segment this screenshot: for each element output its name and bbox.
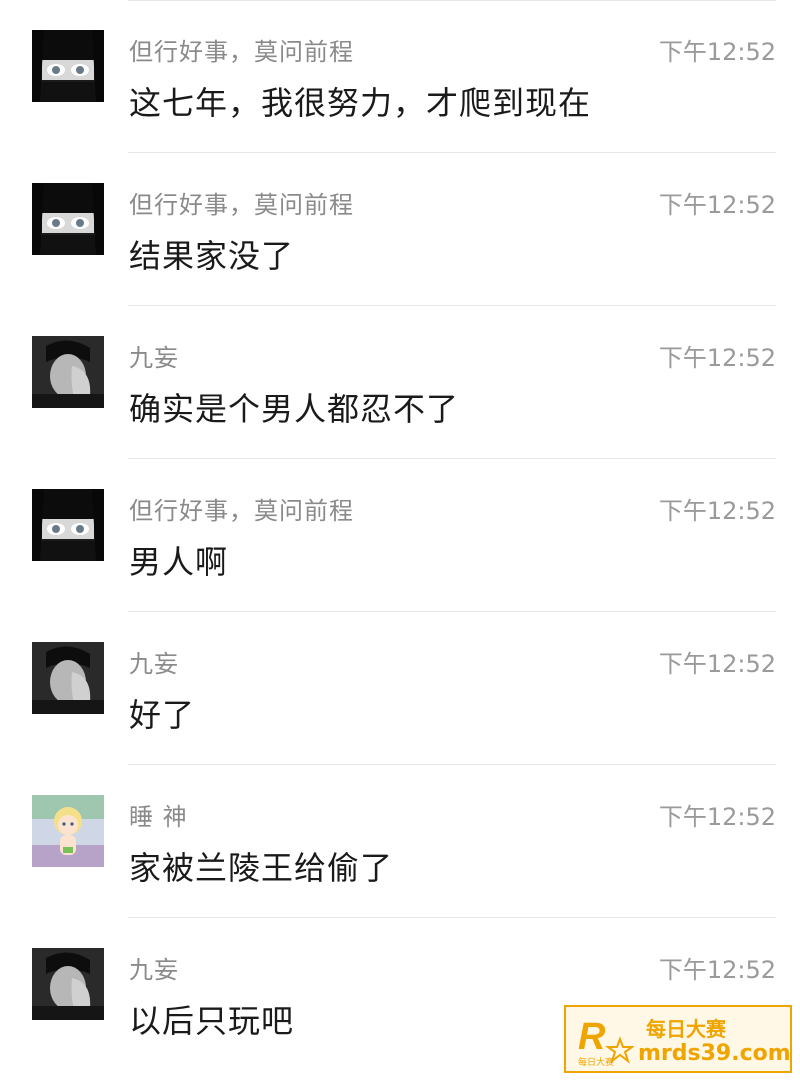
chat-message[interactable]: 但行好事，莫问前程 下午12:52 这七年，我很努力，才爬到现在 — [0, 0, 800, 153]
man-face-palm-avatar[interactable] — [32, 336, 104, 408]
timestamp: 下午12:52 — [658, 650, 776, 678]
timestamp: 下午12:52 — [658, 38, 776, 66]
message-text: 好了 — [129, 696, 196, 734]
timestamp: 下午12:52 — [658, 956, 776, 984]
anime-blonde-child-avatar[interactable] — [32, 795, 104, 867]
chat-message[interactable]: 但行好事，莫问前程 下午12:52 结果家没了 — [0, 153, 800, 306]
chat-message[interactable]: 睡 神 下午12:52 家被兰陵王给偷了 — [0, 765, 800, 918]
dark-hair-girl-avatar[interactable] — [32, 489, 104, 561]
message-text: 这七年，我很努力，才爬到现在 — [129, 84, 592, 122]
sender-name: 九妄 — [129, 344, 179, 372]
chat-message[interactable]: 九妄 下午12:52 好了 — [0, 612, 800, 765]
message-text: 家被兰陵王给偷了 — [129, 849, 394, 887]
watermark-url: mrds39.com — [638, 1041, 791, 1066]
sender-name: 但行好事，莫问前程 — [129, 191, 354, 219]
chat-message-list: 但行好事，莫问前程 下午12:52 这七年，我很努力，才爬到现在 但行好事，莫问… — [0, 0, 800, 1082]
watermark-badge: R 每日大赛 每日大赛 mrds39.com — [564, 1005, 792, 1073]
message-text: 男人啊 — [129, 543, 229, 581]
chat-message[interactable]: 但行好事，莫问前程 下午12:52 男人啊 — [0, 459, 800, 612]
sender-name: 但行好事，莫问前程 — [129, 497, 354, 525]
svg-text:每日大赛: 每日大赛 — [578, 1056, 614, 1067]
message-text: 以后只玩吧 — [129, 1002, 295, 1040]
chat-message[interactable]: 九妄 下午12:52 确实是个男人都忍不了 — [0, 306, 800, 459]
timestamp: 下午12:52 — [658, 497, 776, 525]
timestamp: 下午12:52 — [658, 191, 776, 219]
sender-name: 睡 神 — [129, 803, 188, 831]
svg-text:R: R — [578, 1016, 606, 1058]
sender-name: 九妄 — [129, 956, 179, 984]
timestamp: 下午12:52 — [658, 803, 776, 831]
message-text: 结果家没了 — [129, 237, 295, 275]
site-logo-icon: R 每日大赛 — [578, 1016, 634, 1067]
man-face-palm-avatar[interactable] — [32, 642, 104, 714]
timestamp: 下午12:52 — [658, 344, 776, 372]
man-face-palm-avatar[interactable] — [32, 948, 104, 1020]
message-text: 确实是个男人都忍不了 — [129, 390, 460, 428]
dark-hair-girl-avatar[interactable] — [32, 183, 104, 255]
watermark-title: 每日大赛 — [646, 1017, 726, 1041]
dark-hair-girl-avatar[interactable] — [32, 30, 104, 102]
sender-name: 九妄 — [129, 650, 179, 678]
sender-name: 但行好事，莫问前程 — [129, 38, 354, 66]
